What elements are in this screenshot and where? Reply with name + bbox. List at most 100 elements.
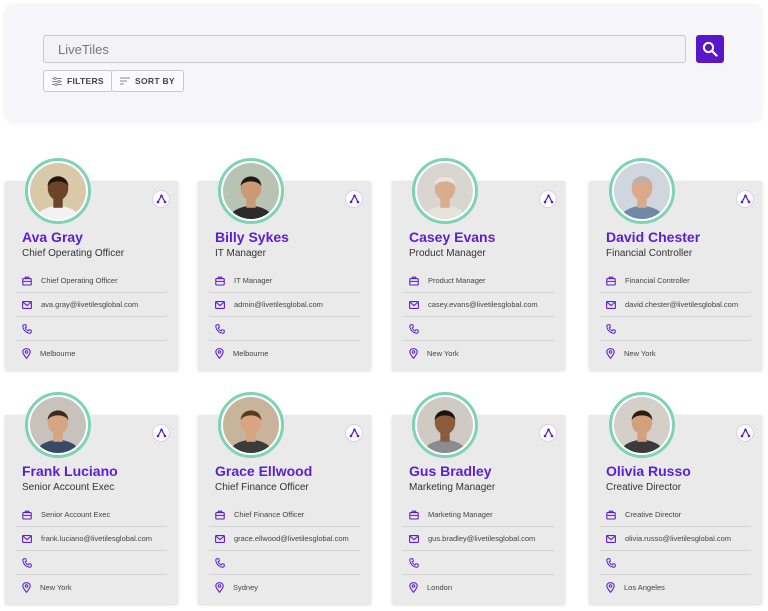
email-row[interactable]: gus.bradley@livetilesglobal.com bbox=[403, 527, 554, 551]
email-link[interactable]: david.chester@livetilesglobal.com bbox=[625, 300, 738, 309]
person-title: Chief Finance Officer bbox=[215, 482, 309, 493]
briefcase-icon bbox=[409, 510, 419, 520]
phone-row[interactable] bbox=[16, 551, 167, 575]
mail-icon bbox=[22, 300, 32, 309]
mail-icon bbox=[22, 534, 32, 543]
profile-link-icon[interactable] bbox=[736, 190, 754, 208]
department-row: IT Manager bbox=[209, 269, 360, 293]
email-row[interactable]: casey.evans@livetilesglobal.com bbox=[403, 293, 554, 317]
contact-details: Product Manager casey.evans@livetilesglo… bbox=[403, 269, 554, 365]
phone-row[interactable] bbox=[209, 317, 360, 341]
mail-icon bbox=[215, 300, 225, 309]
email-link[interactable]: grace.ellwood@livetilesglobal.com bbox=[234, 534, 349, 543]
person-card[interactable]: David Chester Financial Controller Finan… bbox=[589, 158, 762, 370]
mail-icon bbox=[606, 300, 616, 309]
person-name[interactable]: Gus Bradley bbox=[409, 463, 491, 479]
phone-icon bbox=[409, 323, 419, 334]
avatar bbox=[218, 158, 284, 224]
location-row: Los Angeles bbox=[600, 575, 751, 599]
sort-button[interactable]: SORT BY bbox=[111, 70, 184, 92]
person-photo bbox=[223, 397, 279, 453]
location-row: London bbox=[403, 575, 554, 599]
phone-row[interactable] bbox=[600, 317, 751, 341]
email-row[interactable]: david.chester@livetilesglobal.com bbox=[600, 293, 751, 317]
location-pin-icon bbox=[409, 347, 418, 359]
profile-link-icon[interactable] bbox=[736, 424, 754, 442]
email-row[interactable]: ava.gray@livetilesglobal.com bbox=[16, 293, 167, 317]
person-title: Chief Operating Officer bbox=[22, 248, 125, 259]
phone-icon bbox=[606, 557, 616, 568]
person-title: Financial Controller bbox=[606, 248, 693, 259]
email-link[interactable]: frank.luciano@livetilesglobal.com bbox=[41, 534, 152, 543]
person-card[interactable]: Frank Luciano Senior Account Exec Senior… bbox=[5, 392, 178, 604]
phone-row[interactable] bbox=[209, 551, 360, 575]
email-row[interactable]: admin@livetilesglobal.com bbox=[209, 293, 360, 317]
person-name[interactable]: Frank Luciano bbox=[22, 463, 118, 479]
email-row[interactable]: grace.ellwood@livetilesglobal.com bbox=[209, 527, 360, 551]
filters-label: FILTERS bbox=[67, 76, 104, 86]
phone-row[interactable] bbox=[600, 551, 751, 575]
location-row: New York bbox=[403, 341, 554, 365]
location-text: London bbox=[427, 582, 453, 592]
person-card[interactable]: Grace Ellwood Chief Finance Officer Chie… bbox=[198, 392, 371, 604]
profile-link-icon[interactable] bbox=[152, 424, 170, 442]
person-card[interactable]: Billy Sykes IT Manager IT Manager admin@… bbox=[198, 158, 371, 370]
location-row: Melbourne bbox=[16, 341, 167, 365]
location-text: New York bbox=[427, 348, 459, 358]
email-row[interactable]: olivia.russo@livetilesglobal.com bbox=[600, 527, 751, 551]
email-link[interactable]: admin@livetilesglobal.com bbox=[234, 300, 323, 309]
location-text: Sydney bbox=[233, 582, 259, 592]
search-input[interactable] bbox=[43, 35, 686, 63]
avatar bbox=[412, 158, 478, 224]
avatar bbox=[609, 392, 675, 458]
email-row[interactable]: frank.luciano@livetilesglobal.com bbox=[16, 527, 167, 551]
contact-details: Chief Finance Officer grace.ellwood@live… bbox=[209, 503, 360, 599]
person-name[interactable]: Billy Sykes bbox=[215, 229, 289, 245]
search-icon bbox=[702, 41, 718, 57]
person-card[interactable]: Gus Bradley Marketing Manager Marketing … bbox=[392, 392, 565, 604]
department-row: Senior Account Exec bbox=[16, 503, 167, 527]
person-title: Senior Account Exec bbox=[22, 482, 115, 493]
location-text: Melbourne bbox=[40, 348, 76, 358]
person-name[interactable]: David Chester bbox=[606, 229, 700, 245]
briefcase-icon bbox=[22, 276, 32, 286]
person-card[interactable]: Casey Evans Product Manager Product Mana… bbox=[392, 158, 565, 370]
profile-link-icon[interactable] bbox=[152, 190, 170, 208]
mail-icon bbox=[409, 300, 419, 309]
contact-details: Marketing Manager gus.bradley@livetilesg… bbox=[403, 503, 554, 599]
department-text: Marketing Manager bbox=[428, 510, 493, 519]
phone-row[interactable] bbox=[16, 317, 167, 341]
filters-button[interactable]: FILTERS bbox=[43, 70, 113, 92]
location-pin-icon bbox=[215, 347, 224, 359]
phone-row[interactable] bbox=[403, 317, 554, 341]
person-card[interactable]: Olivia Russo Creative Director Creative … bbox=[589, 392, 762, 604]
sort-label: SORT BY bbox=[135, 76, 175, 86]
person-card[interactable]: Ava Gray Chief Operating Officer Chief O… bbox=[5, 158, 178, 370]
location-pin-icon bbox=[606, 581, 615, 593]
avatar bbox=[609, 158, 675, 224]
profile-link-icon[interactable] bbox=[345, 190, 363, 208]
briefcase-icon bbox=[22, 510, 32, 520]
phone-row[interactable] bbox=[403, 551, 554, 575]
location-row: New York bbox=[16, 575, 167, 599]
location-pin-icon bbox=[22, 347, 31, 359]
profile-link-icon[interactable] bbox=[345, 424, 363, 442]
mail-icon bbox=[215, 534, 225, 543]
profile-link-icon[interactable] bbox=[539, 190, 557, 208]
person-name[interactable]: Olivia Russo bbox=[606, 463, 691, 479]
email-link[interactable]: gus.bradley@livetilesglobal.com bbox=[428, 534, 535, 543]
briefcase-icon bbox=[215, 510, 225, 520]
department-text: Product Manager bbox=[428, 276, 486, 285]
person-photo bbox=[614, 397, 670, 453]
email-link[interactable]: ava.gray@livetilesglobal.com bbox=[41, 300, 138, 309]
location-row: New York bbox=[600, 341, 751, 365]
email-link[interactable]: casey.evans@livetilesglobal.com bbox=[428, 300, 538, 309]
location-text: Los Angeles bbox=[624, 582, 665, 592]
person-name[interactable]: Ava Gray bbox=[22, 229, 83, 245]
profile-link-icon[interactable] bbox=[539, 424, 557, 442]
search-button[interactable] bbox=[696, 35, 724, 63]
email-link[interactable]: olivia.russo@livetilesglobal.com bbox=[625, 534, 731, 543]
person-name[interactable]: Casey Evans bbox=[409, 229, 495, 245]
phone-icon bbox=[215, 323, 225, 334]
person-name[interactable]: Grace Ellwood bbox=[215, 463, 312, 479]
